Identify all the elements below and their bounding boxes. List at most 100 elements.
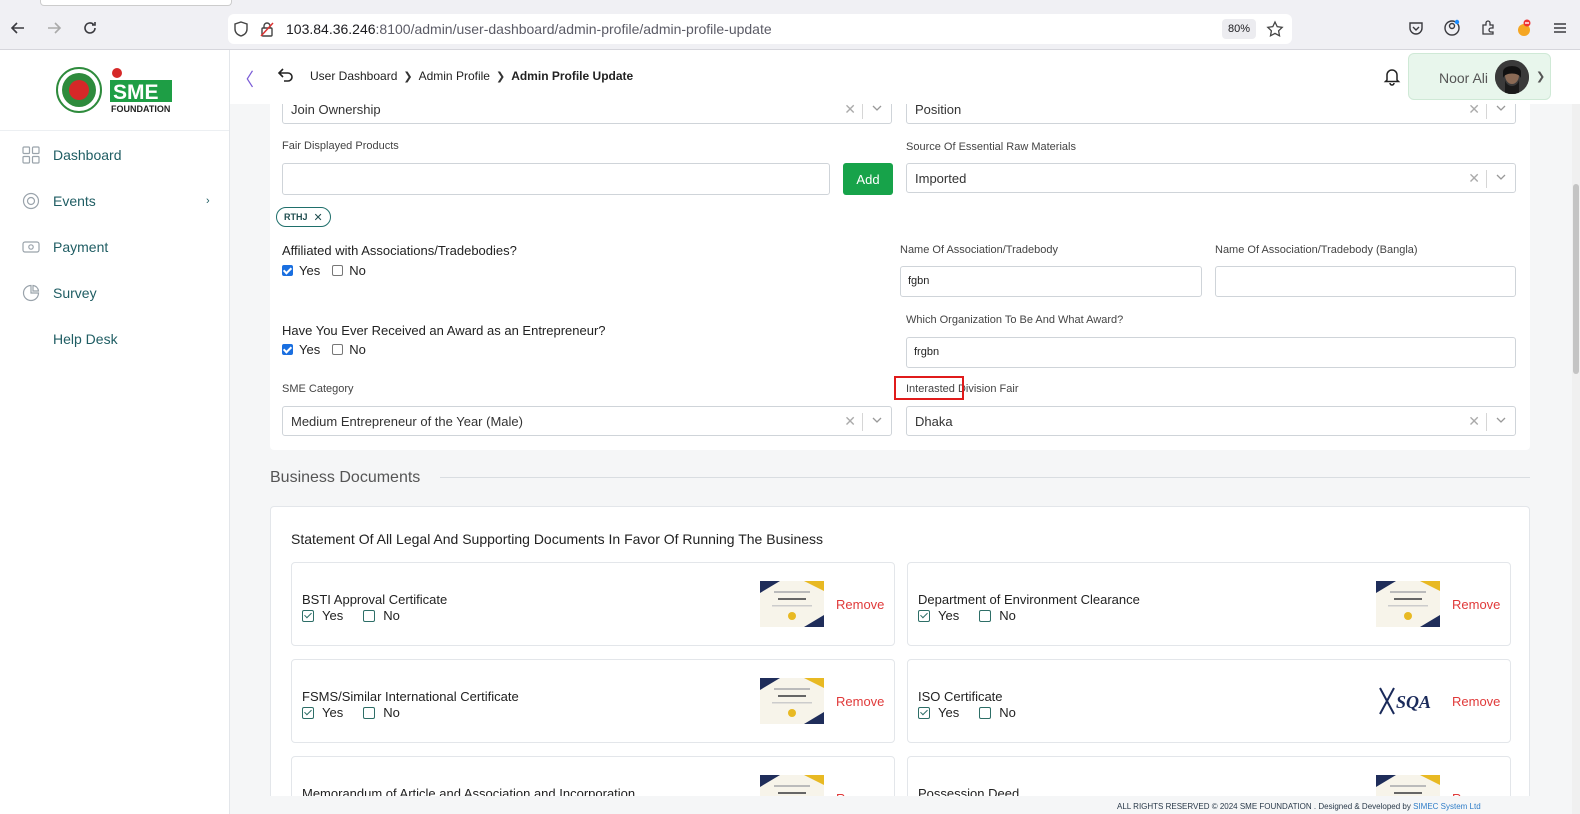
zoom-level[interactable]: 80% (1222, 19, 1256, 39)
chevron-down-icon (1495, 104, 1507, 115)
section-divider (440, 477, 1530, 478)
undo-back-icon[interactable] (276, 66, 294, 84)
association-name-bangla-input[interactable] (1215, 266, 1516, 297)
no-checkbox[interactable] (363, 609, 376, 622)
browser-tab[interactable] (40, 0, 232, 6)
remove-document-button[interactable]: Remove (836, 597, 884, 612)
document-item: ISO Certificate Yes No SQA Remove (907, 659, 1511, 743)
footer: ALL RIGHTS RESERVED © 2024 SME FOUNDATIO… (1117, 802, 1481, 811)
close-icon[interactable]: ✕ (314, 211, 323, 224)
profile-form-card: Join Ownership ✕ Position ✕ Fair Display… (270, 104, 1530, 450)
documents-card-title: Statement Of All Legal And Supporting Do… (291, 531, 824, 547)
sidebar-item-label: Payment (53, 239, 109, 255)
product-tag-chip: RTHJ ✕ (276, 207, 331, 227)
shield-icon[interactable] (232, 20, 250, 38)
no-checkbox[interactable] (979, 706, 992, 719)
no-checkbox[interactable] (363, 706, 376, 719)
fair-products-label: Fair Displayed Products (282, 140, 399, 152)
sidebar: SME FOUNDATION Dashboard Events › Paymen… (0, 50, 230, 814)
document-item: Department of Environment Clearance Yes … (907, 562, 1511, 646)
document-item: Memorandum of Article and Association an… (291, 756, 895, 796)
affiliated-no-checkbox[interactable] (332, 265, 344, 276)
url-text: 103.84.36.246:8100/admin/user-dashboard/… (286, 21, 772, 37)
award-organization-input[interactable]: frgbn (906, 337, 1516, 368)
scrollbar-thumb[interactable] (1573, 184, 1579, 374)
certificate-thumbnail[interactable] (760, 678, 824, 724)
sidebar-item-label: Survey (53, 285, 97, 301)
chevron-right-icon: ❯ (403, 70, 413, 83)
division-fair-select[interactable]: Dhaka ✕ (906, 406, 1516, 436)
pocket-icon[interactable] (1406, 18, 1426, 38)
remove-document-button[interactable]: Remove (1452, 694, 1500, 709)
join-ownership-select[interactable]: Join Ownership ✕ (282, 104, 892, 124)
sme-category-select[interactable]: Medium Entrepreneur of the Year (Male) ✕ (282, 406, 892, 436)
yes-checkbox[interactable] (302, 609, 314, 622)
affiliated-question: Affiliated with Associations/Tradebodies… (282, 243, 517, 258)
sqa-logo-thumbnail[interactable]: SQA (1376, 678, 1440, 724)
certificate-thumbnail[interactable] (760, 775, 824, 796)
reload-icon[interactable] (78, 16, 102, 40)
collapse-sidebar-icon[interactable]: 〈 (236, 66, 254, 92)
sme-foundation-logo[interactable]: SME FOUNDATION (55, 66, 175, 116)
sidebar-divider (0, 130, 229, 131)
no-checkbox[interactable] (979, 609, 992, 622)
insecure-lock-icon[interactable] (258, 20, 276, 38)
back-arrow-icon[interactable] (6, 16, 30, 40)
clear-icon[interactable]: ✕ (1468, 104, 1480, 118)
sidebar-item-help-desk[interactable]: Help Desk (0, 324, 229, 354)
pie-icon (22, 284, 40, 302)
remove-document-button[interactable]: Remove (1452, 791, 1500, 796)
chevron-down-icon (871, 413, 883, 427)
certificate-thumbnail[interactable] (1376, 775, 1440, 796)
clear-icon[interactable]: ✕ (1468, 170, 1480, 187)
clear-icon[interactable]: ✕ (844, 413, 856, 430)
user-menu[interactable]: Noor Ali ❯ (1408, 53, 1551, 100)
extension-avatar-icon[interactable] (1514, 18, 1534, 38)
section-title: Business Documents (270, 469, 421, 486)
chevron-down-icon (871, 104, 883, 115)
developer-link[interactable]: SIMEC System Ltd (1413, 802, 1481, 811)
sidebar-item-events[interactable]: Events › (0, 186, 229, 216)
clear-icon[interactable]: ✕ (844, 104, 856, 118)
yes-checkbox[interactable] (302, 706, 314, 719)
sidebar-item-dashboard[interactable]: Dashboard (0, 140, 229, 170)
star-icon[interactable] (1266, 20, 1284, 38)
breadcrumb-user-dashboard[interactable]: User Dashboard (310, 69, 397, 83)
forward-arrow-icon[interactable] (42, 16, 66, 40)
chevron-right-icon: ❯ (495, 70, 506, 83)
fair-products-input[interactable] (282, 163, 830, 195)
award-options: Yes No (282, 342, 366, 357)
award-organization-label: Which Organization To Be And What Award? (906, 314, 1124, 326)
award-no-checkbox[interactable] (332, 344, 344, 355)
sidebar-item-label: Help Desk (53, 331, 118, 347)
position-select[interactable]: Position ✕ (906, 104, 1516, 124)
affiliated-yes-checkbox[interactable] (282, 265, 293, 276)
certificate-thumbnail[interactable] (1376, 581, 1440, 627)
chevron-right-icon: › (206, 195, 210, 207)
clear-icon[interactable]: ✕ (1468, 413, 1480, 430)
add-product-button[interactable]: Add (843, 163, 893, 195)
sidebar-item-label: Events (53, 193, 96, 209)
documents-card: Statement Of All Legal And Supporting Do… (270, 506, 1530, 796)
remove-document-button[interactable]: Remove (836, 694, 884, 709)
award-yes-checkbox[interactable] (282, 344, 293, 355)
certificate-thumbnail[interactable] (760, 581, 824, 627)
sidebar-item-payment[interactable]: Payment (0, 232, 229, 262)
yes-checkbox[interactable] (918, 609, 930, 622)
association-name-input[interactable]: fgbn (900, 266, 1202, 297)
yes-checkbox[interactable] (918, 706, 930, 719)
bell-icon[interactable] (1382, 66, 1402, 86)
breadcrumb-admin-profile[interactable]: Admin Profile (419, 69, 490, 83)
raw-materials-select[interactable]: Imported ✕ (906, 163, 1516, 193)
svg-text:SQA: SQA (1396, 692, 1431, 712)
account-icon[interactable] (1442, 18, 1462, 38)
menu-icon[interactable] (1550, 18, 1570, 38)
breadcrumb: User Dashboard ❯ Admin Profile ❯ Admin P… (310, 69, 633, 83)
association-name-bangla-label: Name Of Association/Tradebody (Bangla) (1215, 244, 1418, 256)
extensions-icon[interactable] (1478, 18, 1498, 38)
sidebar-item-label: Dashboard (53, 147, 122, 163)
remove-document-button[interactable]: Remove (1452, 597, 1500, 612)
sidebar-item-survey[interactable]: Survey (0, 278, 229, 308)
address-bar[interactable]: 103.84.36.246:8100/admin/user-dashboard/… (228, 14, 1292, 44)
remove-document-button[interactable]: Remove (836, 791, 884, 796)
